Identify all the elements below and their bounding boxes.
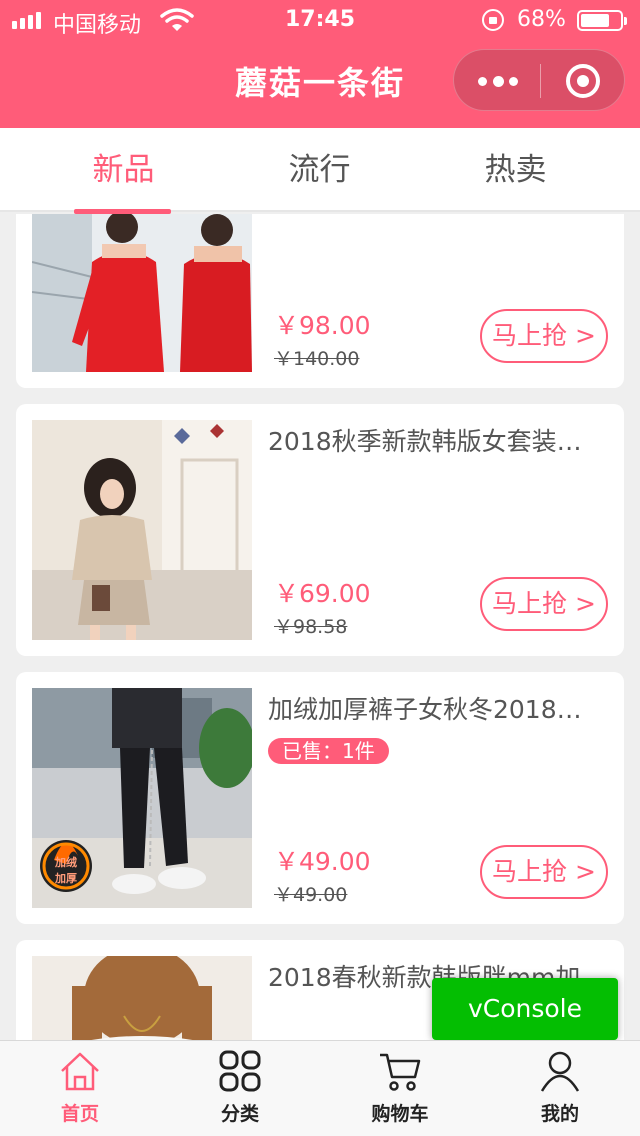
sold-badge: 已售：1件 <box>268 738 389 764</box>
more-icon[interactable] <box>478 68 518 94</box>
thumb-badge-line1: 加绒 <box>54 855 77 869</box>
tabbar-profile[interactable]: 我的 <box>480 1041 640 1136</box>
category-tabs: 新品 流行 热卖 <box>0 128 640 214</box>
tab-label: 流行 <box>288 152 351 188</box>
header: 中国移动 17:45 68% 蘑菇一条街 <box>0 0 640 128</box>
product-card[interactable]: ￥98.00 ￥140.00 马上抢 > <box>16 214 624 388</box>
tabbar-label: 我的 <box>540 1103 579 1125</box>
status-bar: 中国移动 17:45 68% <box>0 0 640 40</box>
vconsole-button[interactable]: vConsole <box>432 978 618 1040</box>
tabbar-cart[interactable]: 购物车 <box>320 1041 480 1136</box>
product-price: ￥49.00 <box>274 847 371 876</box>
bottom-tab-bar: 首页 分类 购物车 我的 <box>0 1040 640 1136</box>
product-card[interactable]: 加绒 加厚 加绒加厚裤子女秋冬2018… 已售：1件 ￥49.00 ￥49.00… <box>16 672 624 924</box>
home-icon <box>61 1052 99 1091</box>
product-price: ￥69.00 <box>274 579 371 608</box>
close-miniprogram-icon[interactable] <box>566 64 600 98</box>
product-name[interactable]: 2018秋季新款韩版女套装… <box>268 422 598 458</box>
product-name[interactable]: 加绒加厚裤子女秋冬2018… <box>268 690 598 726</box>
product-list[interactable]: ￥98.00 ￥140.00 马上抢 > 2018秋季新款韩版女套装… ￥69.… <box>0 214 640 1040</box>
buy-now-button[interactable]: 马上抢 > <box>480 845 608 899</box>
product-original-price: ￥49.00 <box>274 884 348 906</box>
category-icon <box>219 1050 261 1092</box>
product-card[interactable]: 2018秋季新款韩版女套装… ￥69.00 ￥98.58 马上抢 > <box>16 404 624 656</box>
tab-hot[interactable]: 热卖 <box>409 128 622 212</box>
tabbar-label: 分类 <box>220 1103 259 1125</box>
tabbar-category[interactable]: 分类 <box>160 1041 320 1136</box>
tab-popular[interactable]: 流行 <box>213 128 426 212</box>
product-image[interactable] <box>32 956 252 1040</box>
battery-icon <box>577 10 627 31</box>
rotation-lock-icon <box>482 9 504 31</box>
tabbar-label: 首页 <box>60 1103 99 1125</box>
product-price: ￥98.00 <box>274 311 371 340</box>
buy-now-button[interactable]: 马上抢 > <box>480 309 608 363</box>
product-image[interactable] <box>32 214 252 372</box>
tab-label: 新品 <box>92 152 155 188</box>
user-icon <box>540 1051 580 1092</box>
thumb-badge-line2: 加厚 <box>54 871 77 885</box>
product-image[interactable]: 加绒 加厚 <box>32 688 252 908</box>
product-original-price: ￥140.00 <box>274 348 360 370</box>
buy-now-button[interactable]: 马上抢 > <box>480 577 608 631</box>
product-image[interactable] <box>32 420 252 640</box>
battery-percent: 68% <box>517 7 566 32</box>
product-original-price: ￥98.58 <box>274 616 348 638</box>
cart-icon <box>380 1053 421 1091</box>
tabbar-label: 购物车 <box>371 1103 429 1125</box>
tab-label: 热卖 <box>484 152 547 188</box>
miniprogram-capsule <box>453 49 625 111</box>
tab-new[interactable]: 新品 <box>17 128 230 214</box>
tabbar-home[interactable]: 首页 <box>0 1041 160 1136</box>
